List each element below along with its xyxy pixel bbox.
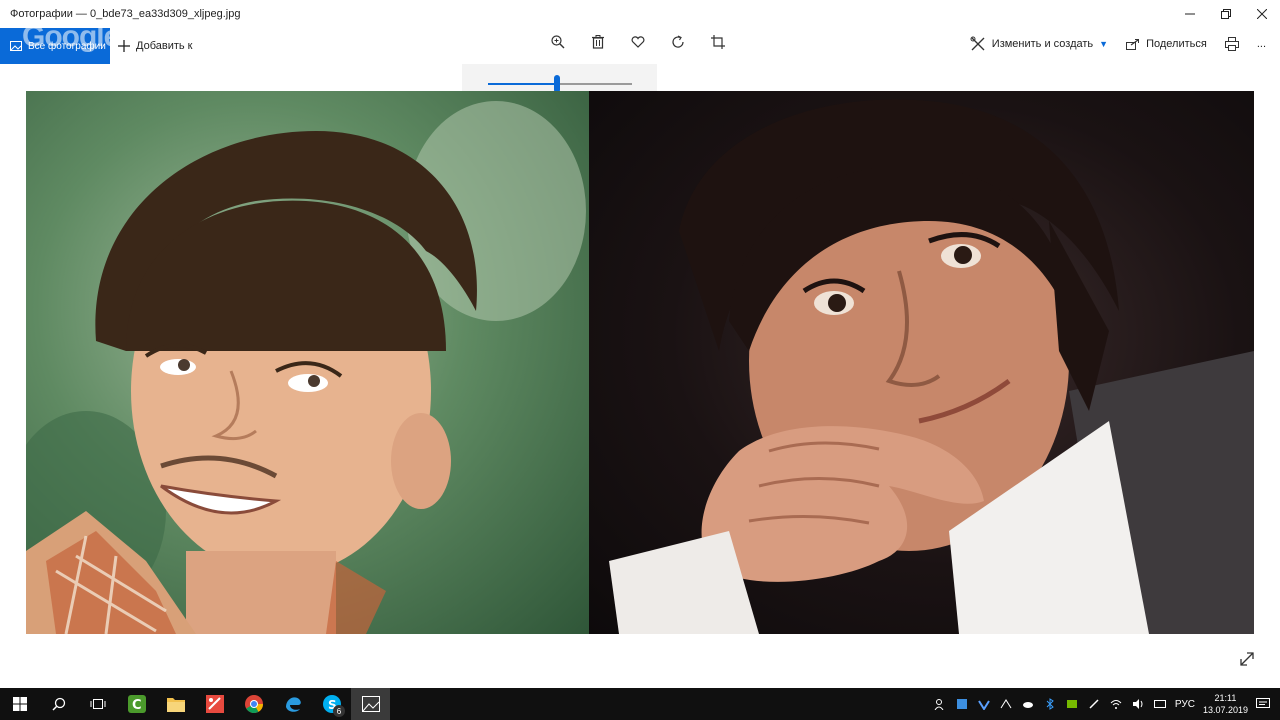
camtasia-app[interactable]: C [117,688,156,720]
crop-icon[interactable] [708,32,728,52]
start-button[interactable] [0,688,39,720]
title-bar: Фотографии — 0_bde73_ea33d309_xljpeg.jpg [0,0,1280,28]
bluetooth-icon[interactable] [1043,697,1057,711]
pen-icon[interactable] [1087,697,1101,711]
people-icon[interactable] [933,697,947,711]
taskbar-apps: C S 6 [0,688,390,720]
chevron-down-icon: ▼ [1099,39,1109,49]
camtasia-icon: C [127,695,146,713]
task-view-icon [90,699,105,709]
svg-text:C: C [132,698,142,713]
edit-create-icon [970,36,985,51]
edit-create-button[interactable]: Изменить и создать ▼ [970,36,1108,52]
close-icon [1257,9,1267,19]
image-actions [548,28,728,56]
network-share-icon[interactable] [999,697,1013,711]
app-toolbar: Все фотографии Google Добавить к Изменит… [0,28,1280,64]
window-title: Фотографии — 0_bde73_ea33d309_xljpeg.jpg [10,8,241,20]
all-photos-button[interactable]: Все фотографии Google [0,28,110,64]
folder-icon [166,698,185,712]
window-controls [1172,0,1280,28]
notification-icon[interactable] [1256,697,1270,711]
print-button[interactable] [1224,37,1239,51]
wifi-icon[interactable] [1109,697,1123,711]
task-view-button[interactable] [78,688,117,720]
zoom-in-icon[interactable] [548,32,568,52]
zoom-slider-fill [488,83,558,85]
clock-time: 21:11 [1214,693,1237,703]
skype-badge: 6 [333,705,345,717]
language-indicator[interactable]: РУС [1175,699,1195,710]
skype-app[interactable]: S 6 [312,688,351,720]
photo-right-portrait [589,91,1254,634]
right-tools: Изменить и создать ▼ Поделиться ... [970,28,1266,60]
photo-viewer[interactable] [26,91,1254,634]
display-icon[interactable] [1153,697,1167,711]
maximize-button[interactable] [1208,0,1244,28]
minimize-button[interactable] [1172,0,1208,28]
file-explorer-app[interactable] [156,688,195,720]
search-button[interactable] [39,688,78,720]
expand-icon[interactable] [1238,650,1256,668]
all-photos-label: Все фотографии [28,40,106,52]
dropbox-icon[interactable] [955,697,969,711]
edit-create-label: Изменить и создать [991,38,1094,50]
restore-icon [1221,9,1231,19]
add-to-label: Добавить к [136,40,193,52]
paint-icon [205,695,224,713]
share-icon [1126,39,1140,50]
edge-icon [285,697,301,712]
drawing-app[interactable] [195,688,234,720]
clock-date: 13.07.2019 [1202,705,1248,715]
chrome-icon [244,695,263,713]
search-icon [51,697,65,711]
more-label: ... [1256,38,1266,50]
share-button[interactable]: Поделиться [1126,38,1207,50]
photos-app[interactable] [351,688,390,720]
more-button[interactable]: ... [1257,38,1266,50]
older-man-portrait [609,99,1254,634]
cloud-icon[interactable] [1021,697,1035,711]
system-tray: РУС 21:11 13.07.2019 [933,688,1280,720]
edge-app[interactable] [273,688,312,720]
windows-icon [12,697,27,711]
close-button[interactable] [1244,0,1280,28]
nvidia-icon[interactable] [1065,697,1079,711]
photos-icon [10,41,22,51]
chrome-app[interactable] [234,688,273,720]
rotate-icon[interactable] [668,32,688,52]
vk-icon[interactable] [977,697,991,711]
plus-icon [118,40,130,52]
volume-icon[interactable] [1131,697,1145,711]
taskbar: C S 6 РУС 21:11 13.07.2019 [0,688,1280,720]
share-label: Поделиться [1146,38,1207,50]
minimize-icon [1185,13,1195,15]
heart-icon[interactable] [628,32,648,52]
print-icon [1224,37,1239,51]
photo-left-portrait [26,91,589,634]
trash-icon[interactable] [588,32,608,52]
add-to-button[interactable]: Добавить к [118,28,192,64]
clock[interactable]: 21:11 13.07.2019 [1203,692,1248,716]
young-man-portrait [26,101,586,634]
photos-app-icon [361,696,380,712]
